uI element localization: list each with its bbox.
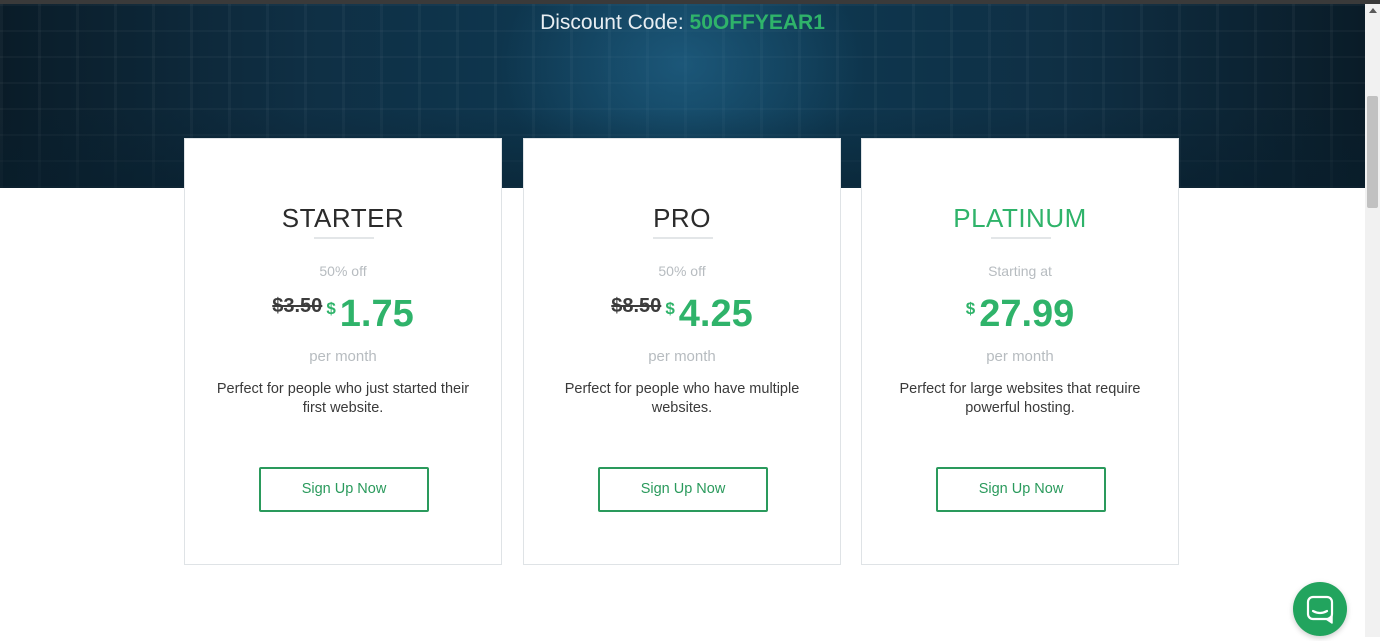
plan-description: Perfect for people who just started thei…: [216, 381, 470, 416]
price-period: per month: [986, 348, 1054, 365]
plan-description: Perfect for large websites that require …: [899, 381, 1141, 416]
title-divider: [314, 237, 374, 239]
sign-up-button-platinum[interactable]: Sign Up Now: [936, 467, 1106, 512]
plan-subtitle: Starting at: [988, 263, 1052, 279]
plan-subtitle: 50% off: [319, 263, 367, 279]
scroll-thumb[interactable]: [1367, 96, 1378, 208]
price-period: per month: [309, 348, 377, 365]
currency-symbol: $: [665, 299, 675, 318]
price-amount: 4.25: [678, 293, 753, 335]
sign-up-button-pro[interactable]: Sign Up Now: [598, 467, 768, 512]
title-divider: [991, 237, 1051, 239]
sign-up-button-starter[interactable]: Sign Up Now: [259, 467, 429, 512]
price-row: $8.50 $ 4.25: [524, 291, 840, 337]
plan-description: Perfect for people who have multiple web…: [564, 381, 800, 416]
price-period: per month: [648, 348, 716, 365]
discount-code: 50OFFYEAR1: [689, 11, 825, 34]
currency-symbol: $: [965, 299, 976, 318]
old-price: $3.50: [272, 295, 323, 317]
price-row: $ 27.99: [862, 291, 1178, 337]
discount-code-text: Discount Code: 50OFFYEAR1: [0, 10, 1365, 36]
plan-subtitle: 50% off: [658, 263, 706, 279]
chat-bubble-icon: [1306, 595, 1334, 624]
price-row: $3.50 $ 1.75: [185, 291, 501, 337]
discount-label: Discount Code:: [540, 11, 684, 34]
plan-title: PLATINUM: [953, 203, 1087, 233]
currency-symbol: $: [326, 299, 336, 318]
plan-card-starter: STARTER 50% off $3.50 $ 1.75 per month P…: [184, 138, 502, 565]
page-scrollbar[interactable]: [1365, 4, 1380, 637]
price-amount: 27.99: [979, 293, 1075, 335]
chat-launcher-button[interactable]: [1293, 582, 1347, 636]
price-amount: 1.75: [339, 293, 414, 335]
scroll-up-arrow-icon[interactable]: [1369, 8, 1377, 13]
old-price: $8.50: [611, 295, 662, 317]
plan-title: PRO: [653, 203, 711, 233]
plan-card-platinum: PLATINUM Starting at $ 27.99 per month P…: [861, 138, 1179, 565]
title-divider: [653, 237, 713, 239]
plan-card-pro: PRO 50% off $8.50 $ 4.25 per month Perfe…: [523, 138, 841, 565]
plan-title: STARTER: [281, 203, 405, 233]
